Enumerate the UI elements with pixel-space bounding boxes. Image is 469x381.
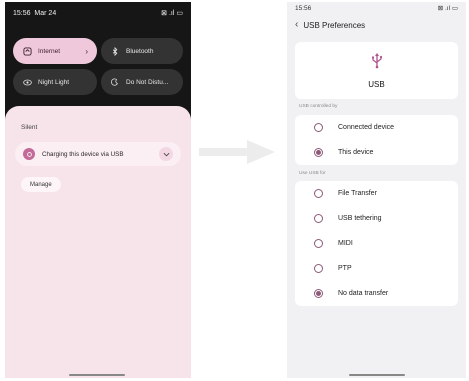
usb-header-card: USB	[295, 42, 458, 99]
status-date: Mar 24	[34, 9, 57, 17]
usb-icon	[370, 52, 384, 74]
option-midi[interactable]: MIDI	[295, 231, 458, 256]
option-label: No data transfer	[338, 290, 389, 297]
status-bar: 15:56 ⊠ .ıl ▭	[287, 2, 466, 14]
status-time-date: 15:56 Mar 24	[13, 10, 56, 17]
night-light-tile[interactable]: Night Light	[13, 69, 97, 95]
status-icons: ⊠ .ıl ▭	[161, 10, 183, 17]
status-bar: 15:56 Mar 24 ⊠ .ıl ▭	[5, 2, 191, 24]
radio-button-selected[interactable]	[314, 148, 323, 157]
bluetooth-icon	[110, 46, 120, 56]
option-label: Connected device	[338, 124, 395, 131]
bluetooth-tile-label: Bluetooth	[126, 47, 154, 55]
status-time: 15:56	[295, 4, 312, 12]
back-arrow-icon[interactable]: ‹	[295, 20, 298, 30]
controlled-by-section-label: USB controlled by	[299, 104, 338, 109]
option-label: This device	[338, 149, 374, 156]
bluetooth-tile[interactable]: Bluetooth	[101, 38, 183, 64]
radio-button[interactable]	[314, 189, 323, 198]
internet-tile-label: Internet	[38, 47, 61, 55]
option-this-device[interactable]: This device	[295, 140, 458, 165]
page-header: ‹ USB Preferences	[295, 18, 365, 32]
option-ptp[interactable]: PTP	[295, 256, 458, 281]
status-time: 15:56	[13, 9, 31, 17]
option-usb-tethering[interactable]: USB tethering	[295, 206, 458, 231]
night-light-tile-label: Night Light	[38, 78, 70, 86]
radio-button[interactable]	[314, 239, 323, 248]
radio-button[interactable]	[314, 264, 323, 273]
do-not-disturb-tile[interactable]: Do Not Distu...	[101, 69, 183, 95]
status-icons: ⊠ .ıl ▭	[437, 5, 458, 12]
radio-button[interactable]	[314, 214, 323, 223]
eye-icon	[22, 77, 32, 87]
do-not-disturb-tile-label: Do Not Distu...	[126, 78, 169, 86]
radio-button-selected[interactable]	[314, 289, 323, 298]
option-label: File Transfer	[338, 190, 377, 197]
option-label: PTP	[338, 265, 352, 272]
silent-section-label: Silent	[21, 124, 38, 131]
usb-notification-icon	[23, 148, 35, 160]
home-indicator[interactable]	[349, 374, 405, 376]
notification-text: Charging this device via USB	[42, 150, 124, 158]
usb-charging-notification[interactable]: Charging this device via USB	[15, 142, 181, 166]
dnd-icon	[110, 77, 120, 87]
use-for-card: File Transfer USB tethering MIDI PTP No …	[295, 181, 458, 306]
option-no-data-transfer[interactable]: No data transfer	[295, 281, 458, 306]
option-file-transfer[interactable]: File Transfer	[295, 181, 458, 206]
transition-arrow-icon	[199, 140, 275, 164]
right-phone-screen: 15:56 ⊠ .ıl ▭ ‹ USB Preferences USB USB …	[287, 2, 466, 378]
option-label: MIDI	[338, 240, 353, 247]
expand-chevron-icon[interactable]	[159, 147, 173, 161]
use-for-section-label: Use USB for	[299, 171, 326, 176]
chevron-right-icon[interactable]: ›	[85, 47, 88, 56]
manage-button[interactable]: Manage	[21, 177, 61, 192]
page-title: USB Preferences	[303, 20, 366, 30]
radio-button[interactable]	[314, 123, 323, 132]
home-indicator[interactable]	[69, 374, 125, 376]
internet-tile[interactable]: Internet ›	[13, 38, 97, 64]
notification-shade: Silent Charging this device via USB Mana…	[5, 106, 191, 378]
controlled-by-card: Connected device This device	[295, 115, 458, 165]
usb-label: USB	[368, 79, 385, 89]
wifi-icon	[22, 46, 32, 56]
option-connected-device[interactable]: Connected device	[295, 115, 458, 140]
left-phone-screen: 15:56 Mar 24 ⊠ .ıl ▭ Internet › Bluetoot…	[5, 2, 191, 378]
option-label: USB tethering	[338, 215, 382, 222]
